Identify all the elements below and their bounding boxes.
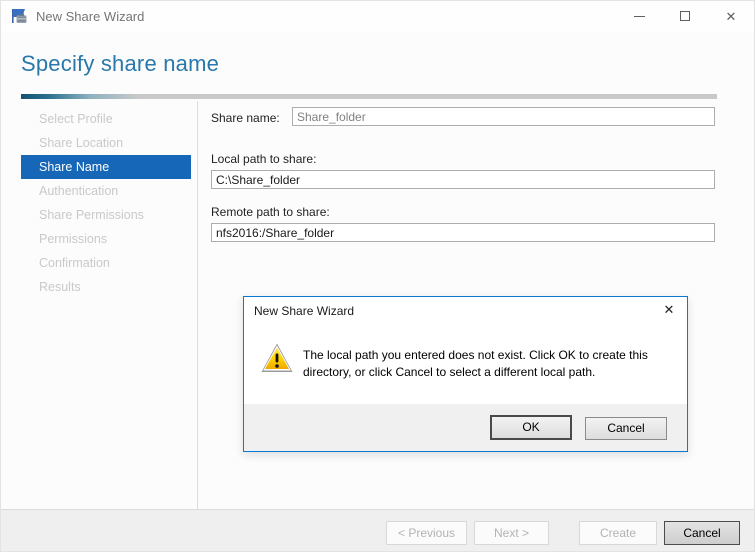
wizard-footer: < Previous Next > Create Cancel [1,509,754,551]
server-manager-icon [12,9,27,23]
sidebar-item-share-location[interactable]: Share Location [21,131,191,155]
local-path-label: Local path to share: [211,152,317,166]
dialog-title: New Share Wizard [254,304,355,318]
window-controls: ✕ [616,1,754,33]
sidebar-item-share-permissions[interactable]: Share Permissions [21,203,191,227]
minimize-icon [634,16,645,17]
share-name-input[interactable] [292,107,715,126]
close-icon: ✕ [725,9,737,24]
previous-button[interactable]: < Previous [386,521,467,545]
sidebar-item-authentication[interactable]: Authentication [21,179,191,203]
cancel-button[interactable]: Cancel [664,521,740,545]
title-bar: New Share Wizard ✕ [1,1,754,33]
maximize-button[interactable] [662,1,708,33]
sidebar-item-results[interactable]: Results [21,275,191,299]
remote-path-label: Remote path to share: [211,205,330,219]
warning-icon [261,343,293,372]
new-share-wizard-window: New Share Wizard ✕ Specify share name Se… [0,0,755,552]
dialog-ok-button[interactable]: OK [490,415,572,440]
page-title: Specify share name [21,51,220,76]
remote-path-input[interactable] [211,223,715,242]
dialog-cancel-button[interactable]: Cancel [585,417,667,440]
close-button[interactable]: ✕ [708,1,754,33]
dialog-message: The local path you entered does not exis… [303,348,648,379]
confirmation-dialog: New Share Wizard ✕ The local path you en… [243,296,688,452]
local-path-input[interactable] [211,170,715,189]
wizard-progress-bar [21,94,717,99]
wizard-steps-sidebar: Select Profile Share Location Share Name… [21,107,191,299]
create-button[interactable]: Create [579,521,657,545]
dialog-footer: OK Cancel [244,404,687,451]
sidebar-item-permissions[interactable]: Permissions [21,227,191,251]
maximize-icon [680,11,690,21]
window-title: New Share Wizard [36,9,145,24]
sidebar-item-select-profile[interactable]: Select Profile [21,107,191,131]
sidebar-item-share-name[interactable]: Share Name [21,155,191,179]
next-button[interactable]: Next > [474,521,549,545]
minimize-button[interactable] [616,1,662,33]
sidebar-divider [197,101,198,511]
sidebar-item-confirmation[interactable]: Confirmation [21,251,191,275]
share-name-label: Share name: [211,111,280,125]
dialog-close-button[interactable]: ✕ [655,299,683,321]
